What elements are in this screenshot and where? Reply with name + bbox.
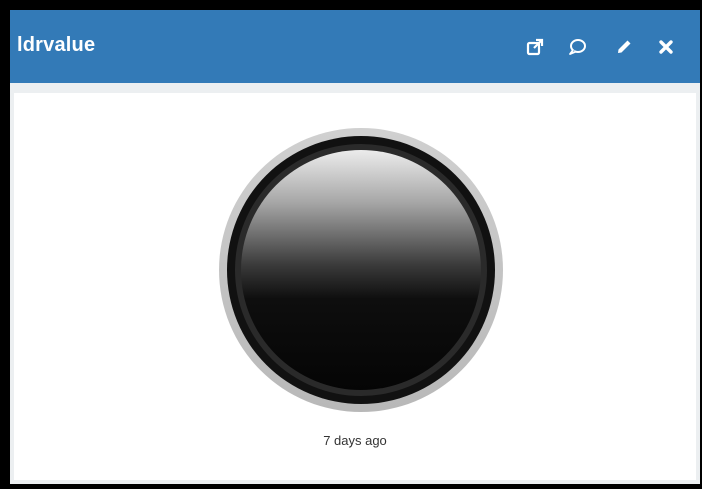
pencil-icon <box>618 40 631 53</box>
close-icon <box>659 40 673 54</box>
widget-title: ldrvalue <box>17 34 96 56</box>
status-indicator-light <box>219 128 503 412</box>
close-button[interactable] <box>653 34 679 60</box>
open-external-button[interactable] <box>522 34 548 60</box>
widget-content <box>14 93 696 480</box>
comment-icon <box>569 39 586 55</box>
widget-header: ldrvalue <box>10 10 700 83</box>
edit-button[interactable] <box>611 34 637 60</box>
last-updated-label: 7 days ago <box>323 433 387 448</box>
comment-button[interactable] <box>564 34 590 60</box>
external-link-icon <box>526 38 544 56</box>
widget-panel: ldrvalue 7 days ago <box>10 10 700 484</box>
